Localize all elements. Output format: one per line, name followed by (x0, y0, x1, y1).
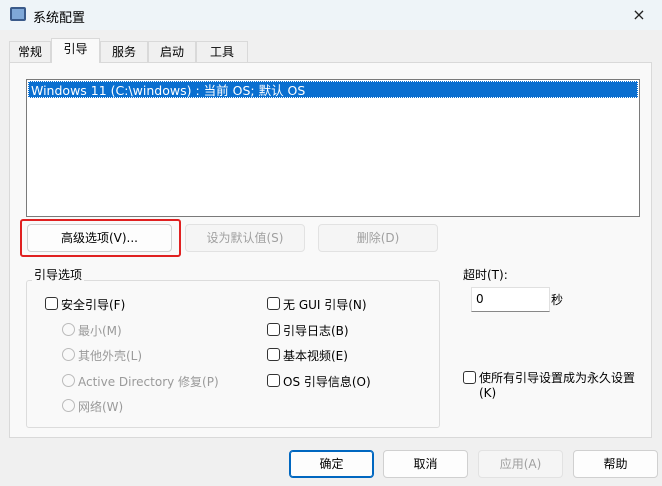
close-icon[interactable]: × (620, 3, 658, 27)
tab-services[interactable]: 服务 (100, 41, 148, 62)
alternate-shell-label: 其他外壳(L) (78, 349, 143, 363)
timeout-label: 超时(T): (463, 268, 508, 282)
no-gui-boot-label: 无 GUI 引导(N) (283, 298, 367, 312)
no-gui-boot-checkbox[interactable] (267, 297, 280, 310)
title-bar: 系统配置 × (0, 0, 662, 30)
os-boot-info-label: OS 引导信息(O) (283, 375, 371, 389)
boot-options-label: 引导选项 (32, 266, 85, 283)
make-permanent-label: 使所有引导设置成为永久设置 (479, 371, 636, 385)
delete-button[interactable]: 删除(D) (318, 224, 438, 252)
safe-boot-label: 安全引导(F) (61, 298, 126, 312)
help-button[interactable]: 帮助 (573, 450, 658, 478)
tab-tools[interactable]: 工具 (196, 41, 248, 62)
safe-boot-checkbox[interactable] (45, 297, 58, 310)
timeout-unit: 秒 (551, 293, 564, 307)
boot-log-label: 引导日志(B) (283, 324, 349, 338)
tab-startup[interactable]: 启动 (148, 41, 196, 62)
make-permanent-checkbox[interactable] (463, 371, 476, 384)
os-boot-info-checkbox[interactable] (267, 374, 280, 387)
advanced-options-button[interactable]: 高级选项(V)... (27, 224, 172, 252)
set-default-button[interactable]: 设为默认值(S) (185, 224, 305, 252)
tab-boot[interactable]: 引导 (51, 38, 100, 63)
boot-os-list[interactable]: Windows 11 (C:\windows) : 当前 OS; 默认 OS (26, 79, 640, 217)
make-permanent-label-key: (K) (479, 386, 497, 400)
app-icon (10, 7, 26, 21)
window-title: 系统配置 (33, 11, 86, 26)
list-item[interactable]: Windows 11 (C:\windows) : 当前 OS; 默认 OS (28, 81, 638, 98)
boot-log-checkbox[interactable] (267, 323, 280, 336)
alternate-shell-radio[interactable] (62, 348, 75, 361)
minimal-label: 最小(M) (78, 324, 122, 338)
tab-general[interactable]: 常规 (9, 41, 51, 62)
ad-repair-radio[interactable] (62, 374, 75, 387)
timeout-input[interactable]: 0 (471, 287, 550, 312)
ad-repair-label: Active Directory 修复(P) (78, 375, 219, 389)
network-label: 网络(W) (78, 400, 124, 414)
base-video-label: 基本视频(E) (283, 349, 348, 363)
minimal-radio[interactable] (62, 323, 75, 336)
network-radio[interactable] (62, 399, 75, 412)
ok-button[interactable]: 确定 (289, 450, 374, 478)
apply-button[interactable]: 应用(A) (478, 450, 563, 478)
cancel-button[interactable]: 取消 (383, 450, 468, 478)
base-video-checkbox[interactable] (267, 348, 280, 361)
